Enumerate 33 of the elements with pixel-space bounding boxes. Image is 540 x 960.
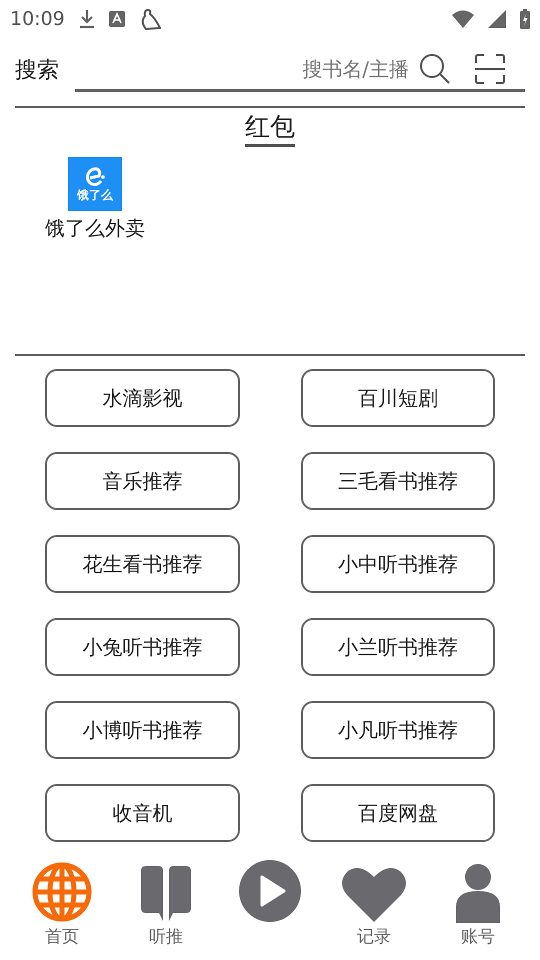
scan-icon[interactable]: [475, 54, 505, 84]
link-button[interactable]: 小兔听书推荐: [45, 618, 240, 676]
nav-tab[interactable]: 记录: [334, 857, 414, 952]
link-button[interactable]: 小博听书推荐: [45, 701, 240, 759]
link-button[interactable]: 百川短剧: [300, 369, 495, 427]
translate-icon: [108, 11, 125, 27]
status-time: 10:09: [10, 6, 65, 32]
search-label: 搜索: [15, 56, 59, 84]
link-button[interactable]: 小中听书推荐: [300, 535, 495, 593]
search-field[interactable]: 搜书名/主播: [75, 54, 409, 84]
play-icon: [238, 859, 302, 923]
link-button[interactable]: 音乐推荐: [45, 452, 240, 510]
link-button[interactable]: 百度网盘: [300, 784, 495, 842]
app-tile[interactable]: 饿了么 饿了么外卖: [45, 157, 145, 243]
link-button[interactable]: 小兰听书推荐: [300, 618, 495, 676]
link-button[interactable]: 小凡听书推荐: [300, 701, 495, 759]
signal-icon: [488, 10, 506, 28]
search-icon[interactable]: [419, 52, 451, 84]
heart-icon: [341, 865, 407, 923]
app-logo: 饿了么: [68, 157, 122, 211]
wifi-icon: [452, 10, 474, 28]
nav-tab[interactable]: 账号: [438, 857, 518, 952]
person-icon: [455, 863, 501, 923]
link-button[interactable]: 三毛看书推荐: [300, 452, 495, 510]
nav-tab[interactable]: 听推: [126, 857, 206, 952]
link-button[interactable]: 收音机: [45, 784, 240, 842]
section-title: 红包: [245, 110, 295, 147]
download-icon: [78, 9, 95, 29]
link-button[interactable]: 花生看书推荐: [45, 535, 240, 593]
link-button[interactable]: 水滴影视: [45, 369, 240, 427]
nav-tab[interactable]: 首页: [22, 857, 102, 952]
globe-icon: [31, 861, 93, 923]
battery-icon: [520, 9, 530, 29]
